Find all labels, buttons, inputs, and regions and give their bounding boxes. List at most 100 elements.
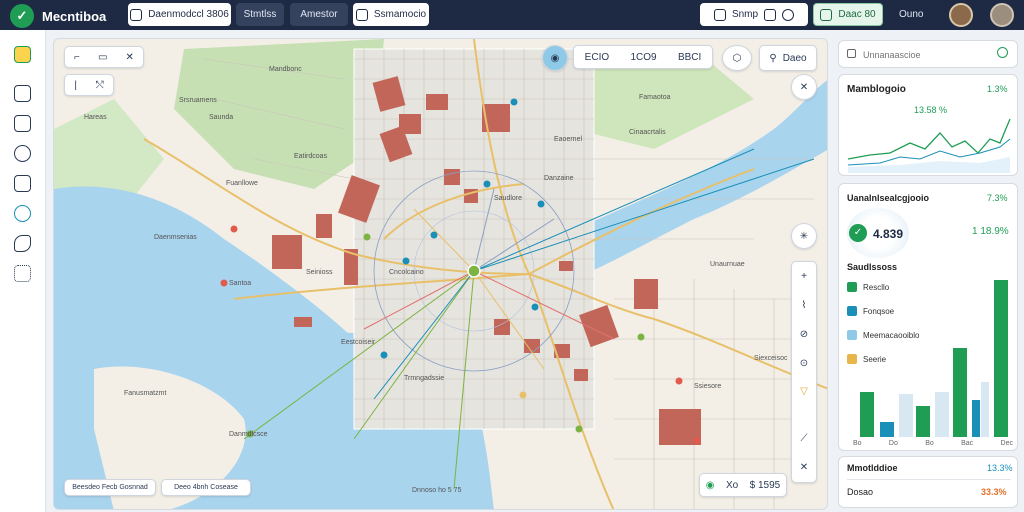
avatar[interactable] — [949, 3, 973, 27]
calendar-icon — [764, 8, 777, 21]
filter-icon[interactable]: ▽ — [800, 386, 808, 397]
dollar-icon[interactable] — [14, 145, 31, 162]
map-label: Fuanllowe — [226, 180, 258, 187]
tool-column: + ⌇ ⊘ ⊙ ▽ ⟋ ✕ — [791, 261, 817, 483]
draw-toolbar[interactable]: ⌐ ▭ ✕ — [64, 46, 144, 68]
north-icon[interactable]: ⊙ — [800, 358, 808, 369]
rotate-icon[interactable]: ⊘ — [800, 329, 808, 340]
mail-icon — [713, 8, 726, 21]
nav-pill-label: Amestor — [300, 9, 338, 20]
metric-label: Mmotlddioe — [847, 463, 898, 473]
zoom-chip[interactable]: 1CO9 — [630, 52, 656, 63]
footer-chip-a: Xo — [725, 479, 739, 491]
metric-value: 13.3% — [987, 463, 1013, 473]
layer-toggle[interactable]: ⚲ Daeo — [759, 45, 817, 71]
nav-pill-messages[interactable]: Ssmamocio — [353, 3, 429, 26]
zoom-chip-bar[interactable]: ECIO 1CO9 BBCI — [573, 45, 713, 69]
bar-label: Do — [888, 440, 898, 447]
map-label: Hareas — [84, 114, 107, 121]
select-icon[interactable]: ▭ — [98, 52, 107, 63]
route-icon[interactable]: ⤲ — [96, 80, 104, 91]
trend-title: Mamblogoio — [847, 84, 906, 95]
brand: ✓ Mecntiboa — [10, 4, 106, 28]
bar-label: Bo — [853, 440, 862, 447]
route-toggle-icon[interactable]: ✕ — [800, 462, 808, 473]
scale-bar-label: Dnnoso ho 5 75 — [412, 487, 462, 494]
draw-icon[interactable]: ⌇ — [802, 300, 807, 311]
home-icon[interactable] — [14, 46, 31, 63]
grid-icon[interactable] — [14, 265, 31, 282]
map-label: Saudlore — [494, 195, 523, 202]
footer-chip[interactable]: ◉ Xo $ 1595 — [699, 473, 787, 497]
pin-icon: ⚲ — [769, 52, 777, 64]
search-input[interactable] — [863, 46, 993, 64]
map-label: Trmngadssie — [404, 375, 445, 382]
bar-label: Dec — [1000, 440, 1013, 447]
map-label: Eatirdcoas — [294, 153, 328, 160]
footer-chip-b: $ 1595 — [749, 479, 781, 491]
map-label: Mandbonc — [269, 66, 302, 73]
map-label: Danzaine — [544, 175, 574, 182]
close-icon[interactable]: ✕ — [126, 52, 134, 63]
check-icon — [820, 8, 833, 21]
document-icon[interactable] — [14, 175, 31, 192]
stats-panel: Uanalnlsealcgjooio 7.3% ✓ 4.839 1 18.9% … — [838, 183, 1018, 451]
map-label: Cncolcaino — [389, 269, 424, 276]
divider — [847, 479, 1011, 480]
map-label: Saunda — [209, 114, 234, 121]
map-label: Srsruamens — [179, 97, 217, 104]
map-label: Famaotoa — [639, 94, 671, 101]
map-label: Unaurnuae — [710, 261, 745, 268]
avatar-secondary[interactable] — [990, 3, 1014, 27]
top-bar: ✓ Mecntiboa Daenmodccl 3806 Stmtlss Ames… — [0, 0, 1024, 30]
zoom-chip[interactable]: ECIO — [585, 52, 609, 63]
message-icon — [355, 8, 368, 21]
scale-chip-left[interactable]: Beesdeo Fecb Gosnnad — [64, 479, 156, 496]
nav-pill-monitor[interactable]: Amestor — [290, 3, 348, 26]
metrics-panel: Mmotlddioe 13.3% Dosao 33.3% — [838, 456, 1018, 508]
measure-toolbar[interactable]: | ⤲ — [64, 74, 114, 96]
measure-icon[interactable]: ⟋ — [801, 433, 808, 444]
trend-change: 1.3% — [987, 84, 1008, 94]
map-canvas[interactable] — [54, 39, 828, 510]
history-icon[interactable] — [14, 205, 31, 222]
tools-icon[interactable]: ✕ — [791, 74, 817, 100]
bar-axis-labels: Bo Do Bo Bac Dec — [853, 440, 1013, 447]
bar-label: Bo — [925, 440, 934, 447]
draw-line-icon[interactable]: ⌐ — [74, 52, 80, 63]
nav-pill-label: Daenmodccl 3806 — [148, 9, 229, 20]
search-icon[interactable] — [997, 47, 1008, 58]
kpi-badge: ✓ 4.839 — [847, 208, 909, 258]
location-icon[interactable]: ◉ — [542, 45, 568, 71]
map-view[interactable]: Mandbonc Saunda Srsruamens Hareas Fuanll… — [53, 38, 828, 510]
header-search[interactable]: Snmp — [700, 3, 808, 26]
trend-sparkline — [847, 118, 1011, 173]
folder-icon[interactable] — [14, 85, 31, 102]
ruler-icon[interactable]: | — [74, 80, 77, 91]
logo-icon: ✓ — [10, 4, 34, 28]
status-pill[interactable]: Daac 80 — [813, 3, 883, 26]
compass-icon[interactable]: ✳ — [791, 223, 817, 249]
center-marker — [467, 264, 481, 278]
zoom-in-icon[interactable]: + — [801, 271, 807, 282]
search-panel — [838, 40, 1018, 68]
check-icon: ✓ — [849, 224, 867, 242]
nav-pill-dashboard[interactable]: Daenmodccl 3806 — [128, 3, 231, 26]
filter-icon — [847, 49, 856, 58]
chat-icon[interactable] — [14, 115, 31, 132]
nav-pill-stats[interactable]: Stmtlss — [236, 3, 284, 26]
layers-icon[interactable]: ⬡ — [722, 45, 752, 71]
bar-label: Bac — [961, 440, 974, 447]
scale-chip-mid[interactable]: Deeo 4bnh Cosease — [161, 479, 251, 496]
map-label: Danmdlcsce — [229, 431, 268, 438]
map-label: Eestcoiseir — [341, 339, 376, 346]
map-label: Eaoernel — [554, 136, 583, 143]
settings-icon[interactable] — [14, 235, 31, 252]
search-icon — [782, 8, 795, 21]
kpi-value: 4.839 — [873, 227, 904, 241]
nav-pill-label: Ssmamocio — [373, 9, 427, 20]
map-label: Fanusmatzmt — [124, 390, 167, 397]
map-label: Seinioss — [306, 269, 333, 276]
zoom-chip[interactable]: BBCI — [678, 52, 701, 63]
legend-title: Saudlssoss — [847, 262, 898, 272]
